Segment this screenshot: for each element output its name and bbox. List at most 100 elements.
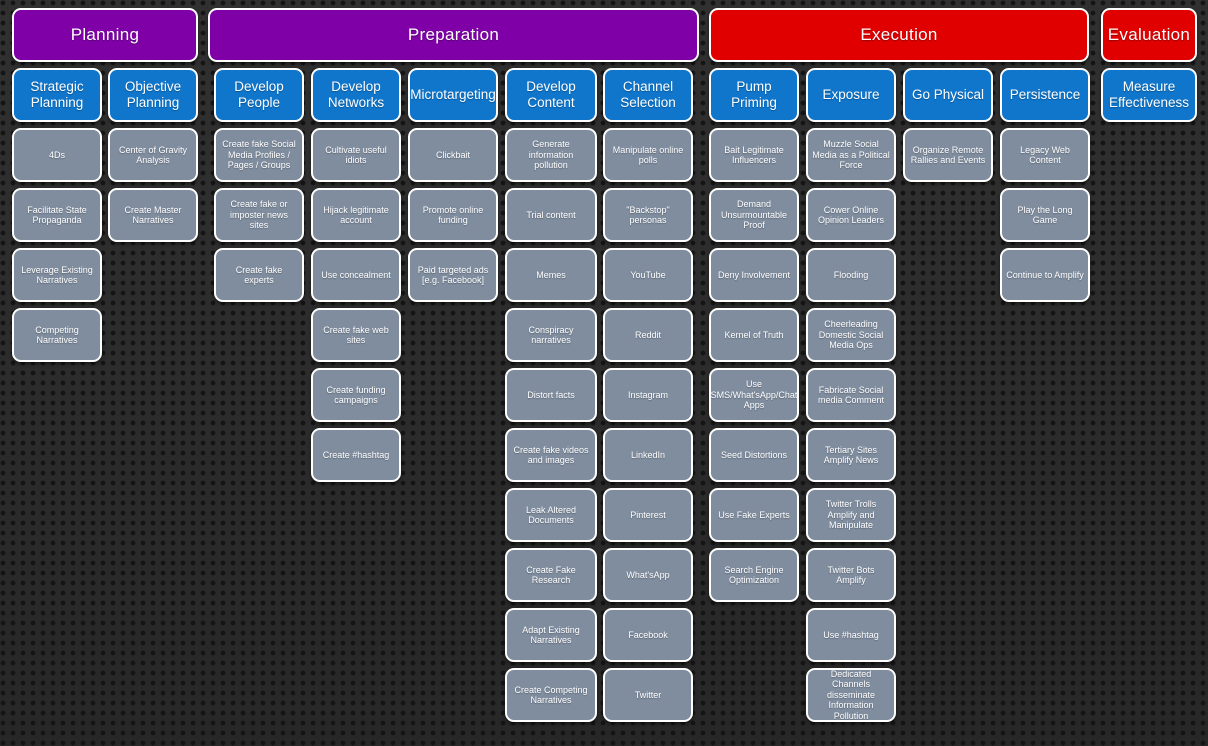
technique-card[interactable]: Twitter Trolls Amplify and Manipulate bbox=[806, 488, 896, 542]
phase-header-planning[interactable]: Planning bbox=[12, 8, 198, 62]
technique-card[interactable]: What'sApp bbox=[603, 548, 693, 602]
technique-card[interactable]: Demand Unsurmountable Proof bbox=[709, 188, 799, 242]
stage-card[interactable]: Develop Networks bbox=[311, 68, 401, 122]
technique-card[interactable]: Kernel of Truth bbox=[709, 308, 799, 362]
technique-card[interactable]: Promote online funding bbox=[408, 188, 498, 242]
phase-header-execution[interactable]: Execution bbox=[709, 8, 1089, 62]
technique-card-label: Create Master Narratives bbox=[124, 204, 182, 225]
technique-card-label: Tertiary Sites Amplify News bbox=[823, 444, 879, 465]
technique-card-label: Facebook bbox=[628, 629, 668, 640]
technique-card[interactable]: Play the Long Game bbox=[1000, 188, 1090, 242]
stage-card[interactable]: Go Physical bbox=[903, 68, 993, 122]
technique-card-label: Conspiracy narratives bbox=[528, 324, 574, 345]
stage-card[interactable]: Objective Planning bbox=[108, 68, 198, 122]
technique-card[interactable]: Leak Altered Documents bbox=[505, 488, 597, 542]
stage-card[interactable]: Develop People bbox=[214, 68, 304, 122]
technique-card[interactable]: Manipulate online polls bbox=[603, 128, 693, 182]
technique-card[interactable]: YouTube bbox=[603, 248, 693, 302]
technique-card[interactable]: Generate information pollution bbox=[505, 128, 597, 182]
technique-card-label: Create Fake Research bbox=[526, 564, 576, 585]
stage-card[interactable]: Channel Selection bbox=[603, 68, 693, 122]
technique-card[interactable]: Fabricate Social media Comment bbox=[806, 368, 896, 422]
technique-card[interactable]: Create Fake Research bbox=[505, 548, 597, 602]
technique-card[interactable]: 4Ds bbox=[12, 128, 102, 182]
stage-card[interactable]: Exposure bbox=[806, 68, 896, 122]
stage-card[interactable]: Microtargeting bbox=[408, 68, 498, 122]
technique-card[interactable]: Conspiracy narratives bbox=[505, 308, 597, 362]
technique-card[interactable]: Tertiary Sites Amplify News bbox=[806, 428, 896, 482]
technique-card[interactable]: Muzzle Social Media as a Political Force bbox=[806, 128, 896, 182]
technique-card[interactable]: Create Competing Narratives bbox=[505, 668, 597, 722]
technique-card[interactable]: Create fake experts bbox=[214, 248, 304, 302]
technique-card[interactable]: Distort facts bbox=[505, 368, 597, 422]
technique-card[interactable]: Organize Remote Rallies and Events bbox=[903, 128, 993, 182]
technique-card[interactable]: Center of Gravity Analysis bbox=[108, 128, 198, 182]
technique-card[interactable]: Adapt Existing Narratives bbox=[505, 608, 597, 662]
stage-column: Microtargeting Clickbait Promote online fu… bbox=[408, 68, 498, 302]
technique-card[interactable]: Continue to Amplify bbox=[1000, 248, 1090, 302]
technique-card[interactable]: Reddit bbox=[603, 308, 693, 362]
technique-card[interactable]: Twitter bbox=[603, 668, 693, 722]
technique-card[interactable]: Cheerleading Domestic Social Media Ops bbox=[806, 308, 896, 362]
technique-card-label: Play the Long Game bbox=[1017, 204, 1073, 225]
technique-card[interactable]: Use Fake Experts bbox=[709, 488, 799, 542]
technique-card[interactable]: Facebook bbox=[603, 608, 693, 662]
stage-card[interactable]: Develop Content bbox=[505, 68, 597, 122]
stage-column: Develop People Create fake Social Media P… bbox=[214, 68, 304, 302]
technique-card[interactable]: Twitter Bots Amplify bbox=[806, 548, 896, 602]
technique-card[interactable]: Legacy Web Content bbox=[1000, 128, 1090, 182]
technique-card-label: Create fake Social Media Profiles / Page… bbox=[222, 139, 296, 171]
technique-card-label: Clickbait bbox=[435, 149, 470, 160]
technique-card[interactable]: Pinterest bbox=[603, 488, 693, 542]
stage-card[interactable]: Pump Priming bbox=[709, 68, 799, 122]
technique-card[interactable]: Use SMS/What'sApp/Chat Apps bbox=[709, 368, 799, 422]
stage-column: Persistence Legacy Web Content Play the Lo… bbox=[1000, 68, 1090, 302]
stage-card-label: Develop Content bbox=[526, 79, 576, 110]
technique-card[interactable]: Flooding bbox=[806, 248, 896, 302]
stage-card-label: Develop Networks bbox=[327, 79, 385, 110]
technique-card-label: Twitter Trolls Amplify and Manipulate bbox=[825, 499, 877, 531]
technique-card[interactable]: Clickbait bbox=[408, 128, 498, 182]
technique-card[interactable]: Create fake or imposter news sites bbox=[214, 188, 304, 242]
technique-card[interactable]: Memes bbox=[505, 248, 597, 302]
technique-card[interactable]: Cultivate useful idiots bbox=[311, 128, 401, 182]
technique-card[interactable]: Create fake web sites bbox=[311, 308, 401, 362]
technique-card[interactable]: Bait Legitimate Influencers bbox=[709, 128, 799, 182]
technique-card[interactable]: Search Engine Optimization bbox=[709, 548, 799, 602]
stage-card[interactable]: Strategic Planning bbox=[12, 68, 102, 122]
technique-card-label: Competing Narratives bbox=[35, 324, 79, 345]
stage-card-label: Exposure bbox=[822, 87, 880, 103]
technique-card-label: Promote online funding bbox=[422, 204, 484, 225]
phase-header-evaluation[interactable]: Evaluation bbox=[1101, 8, 1197, 62]
technique-card[interactable]: Dedicated Channels disseminate Informati… bbox=[806, 668, 896, 722]
technique-card[interactable]: Facilitate State Propaganda bbox=[12, 188, 102, 242]
technique-card[interactable]: Create funding campaigns bbox=[311, 368, 401, 422]
technique-card[interactable]: Trial content bbox=[505, 188, 597, 242]
technique-card[interactable]: "Backstop" personas bbox=[603, 188, 693, 242]
technique-card[interactable]: Create fake videos and images bbox=[505, 428, 597, 482]
technique-card[interactable]: Competing Narratives bbox=[12, 308, 102, 362]
technique-card[interactable]: Cower Online Opinion Leaders bbox=[806, 188, 896, 242]
technique-card[interactable]: Use concealment bbox=[311, 248, 401, 302]
technique-card[interactable]: Hijack legitimate account bbox=[311, 188, 401, 242]
technique-card[interactable]: Paid targeted ads [e.g. Facebook] bbox=[408, 248, 498, 302]
technique-card[interactable]: Create fake Social Media Profiles / Page… bbox=[214, 128, 304, 182]
technique-card[interactable]: Deny Involvement bbox=[709, 248, 799, 302]
technique-card[interactable]: Instagram bbox=[603, 368, 693, 422]
technique-card[interactable]: Create Master Narratives bbox=[108, 188, 198, 242]
phase-header-preparation[interactable]: Preparation bbox=[208, 8, 699, 62]
stage-column: Pump Priming Bait Legitimate Influencers D… bbox=[709, 68, 799, 602]
technique-card-label: Search Engine Optimization bbox=[724, 564, 784, 585]
stage-card[interactable]: Persistence bbox=[1000, 68, 1090, 122]
technique-card-label: Trial content bbox=[526, 209, 576, 220]
technique-card-label: What'sApp bbox=[626, 569, 670, 580]
technique-card[interactable]: Seed Distortions bbox=[709, 428, 799, 482]
stage-card[interactable]: Measure Effectiveness bbox=[1101, 68, 1197, 122]
technique-card-label: Hijack legitimate account bbox=[323, 204, 389, 225]
technique-card[interactable]: Use #hashtag bbox=[806, 608, 896, 662]
technique-card-label: Create Competing Narratives bbox=[514, 684, 588, 705]
technique-card[interactable]: Create #hashtag bbox=[311, 428, 401, 482]
technique-card[interactable]: Leverage Existing Narratives bbox=[12, 248, 102, 302]
technique-card[interactable]: LinkedIn bbox=[603, 428, 693, 482]
technique-card-label: Reddit bbox=[634, 329, 661, 340]
